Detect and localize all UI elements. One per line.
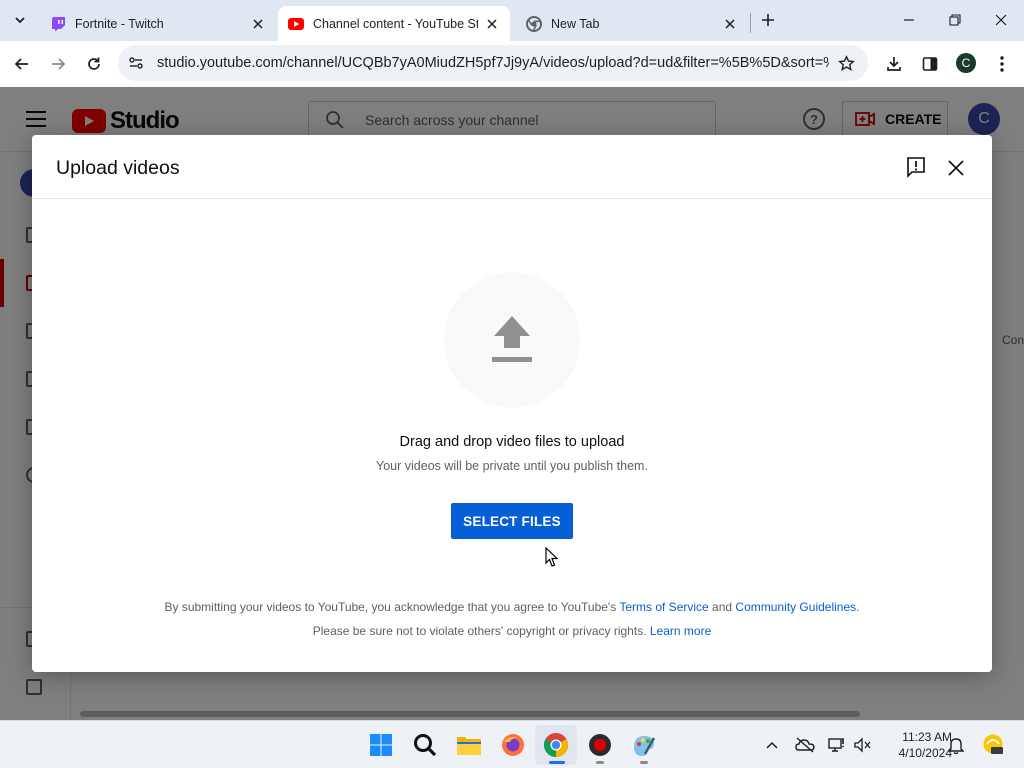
- search-icon[interactable]: [412, 732, 438, 758]
- tab-twitch[interactable]: Fortnite - Twitch: [40, 6, 276, 41]
- browser-toolbar: studio.youtube.com/channel/UCQBb7yA0Miud…: [0, 41, 1024, 87]
- community-guidelines-link[interactable]: Community Guidelines: [735, 600, 856, 614]
- windows-start-icon[interactable]: [368, 732, 394, 758]
- system-clock[interactable]: 11:23 AM 4/10/2024: [880, 729, 952, 761]
- display-icon[interactable]: [827, 735, 847, 755]
- close-tab-icon[interactable]: [484, 16, 500, 32]
- upload-drop-zone[interactable]: [444, 272, 580, 408]
- tab-title: Channel content - YouTube Studio: [313, 16, 478, 31]
- drag-drop-text: Drag and drop video files to upload: [399, 434, 625, 450]
- firefox-icon[interactable]: [500, 732, 526, 758]
- plus-icon: [762, 14, 774, 26]
- downloads-button[interactable]: [880, 50, 908, 78]
- more-vertical-icon: [1000, 56, 1004, 72]
- download-icon: [887, 57, 901, 71]
- paint-running-indicator: [640, 761, 648, 764]
- tab-search-button[interactable]: [8, 8, 32, 32]
- mouse-cursor-icon: [545, 547, 559, 567]
- minimize-icon: [904, 19, 914, 21]
- reload-button[interactable]: [80, 50, 108, 78]
- privacy-note: Your videos will be private until you pu…: [376, 459, 648, 473]
- twitch-icon: [50, 16, 66, 32]
- chrome-icon: [526, 15, 542, 32]
- dialog-header-divider: [32, 198, 992, 199]
- close-icon: [995, 14, 1007, 26]
- site-info-icon[interactable]: [126, 53, 146, 73]
- learn-more-link[interactable]: Learn more: [650, 624, 711, 638]
- clock-time: 11:23 AM: [902, 730, 952, 744]
- close-icon: [948, 160, 964, 176]
- address-bar[interactable]: studio.youtube.com/channel/UCQBb7yA0Miud…: [118, 45, 868, 81]
- windows-taskbar: 11:23 AM 4/10/2024: [0, 720, 1024, 768]
- legal-notice-line-2: Please be sure not to violate others' co…: [32, 624, 992, 638]
- back-button[interactable]: [8, 50, 36, 78]
- chrome-icon[interactable]: [543, 732, 569, 758]
- chevron-down-icon: [15, 17, 25, 24]
- side-panel-icon: [922, 57, 938, 71]
- copilot-preview-icon[interactable]: [982, 733, 1004, 755]
- arrow-right-icon: [52, 58, 66, 70]
- tab-youtube-studio[interactable]: Channel content - YouTube Studio: [278, 6, 510, 41]
- obs-running-indicator: [596, 761, 604, 764]
- volume-muted-icon[interactable]: [853, 735, 873, 755]
- legal-text: .: [856, 600, 860, 614]
- restore-button[interactable]: [932, 0, 978, 40]
- legal-text: By submitting your videos to YouTube, yo…: [164, 600, 617, 614]
- terms-of-service-link[interactable]: Terms of Service: [619, 600, 708, 614]
- paint-icon[interactable]: [631, 732, 657, 758]
- close-window-button[interactable]: [978, 0, 1024, 40]
- new-tab-button[interactable]: [758, 10, 778, 30]
- legal-text: and: [712, 600, 733, 614]
- arrow-left-icon: [14, 58, 28, 70]
- tab-separator: [750, 13, 751, 33]
- tab-new-tab[interactable]: New Tab: [516, 6, 748, 41]
- close-tab-icon[interactable]: [250, 16, 266, 32]
- url-text[interactable]: studio.youtube.com/channel/UCQBb7yA0Miud…: [157, 55, 829, 71]
- restore-icon: [949, 14, 961, 26]
- close-dialog-button[interactable]: [945, 157, 967, 179]
- reload-icon: [88, 57, 100, 70]
- dialog-title: Upload videos: [56, 157, 180, 179]
- tab-title: Fortnite - Twitch: [75, 16, 164, 31]
- upload-arrow-icon: [492, 316, 532, 362]
- forward-button[interactable]: [44, 50, 72, 78]
- side-panel-button[interactable]: [916, 50, 944, 78]
- browser-menu-button[interactable]: [988, 50, 1016, 78]
- bookmark-star-icon[interactable]: [836, 53, 856, 73]
- close-tab-icon[interactable]: [722, 16, 738, 32]
- onedrive-offline-icon[interactable]: [795, 735, 815, 755]
- file-explorer-icon[interactable]: [456, 732, 482, 758]
- browser-tab-bar: Fortnite - Twitch Channel content - YouT…: [0, 0, 1024, 41]
- clock-date: 4/10/2024: [898, 746, 952, 760]
- youtube-icon: [288, 16, 304, 32]
- legal-notice-line-1: By submitting your videos to YouTube, yo…: [32, 600, 992, 614]
- chrome-running-indicator: [549, 761, 565, 764]
- obs-icon[interactable]: [587, 732, 613, 758]
- chevron-up-icon[interactable]: [762, 735, 782, 755]
- notification-bell-icon[interactable]: [946, 735, 966, 755]
- feedback-icon[interactable]: [906, 156, 926, 178]
- legal-text: Please be sure not to violate others' co…: [312, 624, 647, 638]
- minimize-button[interactable]: [886, 0, 932, 40]
- browser-profile-avatar[interactable]: C: [956, 53, 976, 73]
- upload-videos-dialog: Upload videos Drag and drop video files …: [32, 135, 992, 672]
- select-files-button[interactable]: SELECT FILES: [451, 503, 573, 539]
- tab-title: New Tab: [551, 16, 600, 31]
